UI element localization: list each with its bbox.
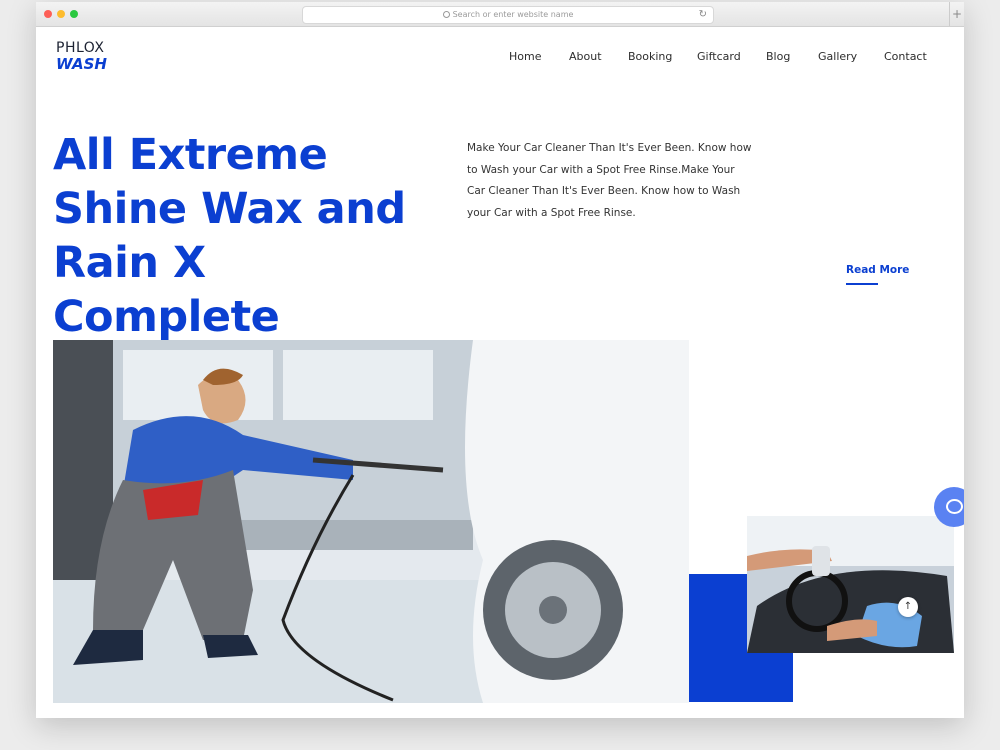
arrow-up-icon[interactable]: ↑	[898, 597, 918, 617]
new-tab-button[interactable]: +	[949, 2, 964, 26]
hero-title: All Extreme Shine Wax and Rain X Complet…	[53, 128, 433, 344]
nav-blog[interactable]: Blog	[766, 50, 790, 63]
address-bar-placeholder: Search or enter website name	[452, 10, 574, 19]
hero-title-line: Shine Wax and	[53, 184, 406, 234]
minimize-window-button[interactable]	[57, 10, 65, 18]
reload-icon[interactable]: ↻	[699, 7, 707, 23]
maximize-window-button[interactable]	[70, 10, 78, 18]
hero-title-line: All Extreme	[53, 130, 328, 180]
browser-window: Search or enter website name ↻ + PHLOX W…	[36, 2, 964, 718]
search-icon	[442, 11, 450, 18]
nav-gallery[interactable]: Gallery	[818, 50, 857, 63]
read-more-link[interactable]: Read More	[846, 264, 909, 276]
logo-top-text: PHLOX	[56, 40, 105, 56]
nav-home[interactable]: Home	[509, 50, 541, 63]
nav-booking[interactable]: Booking	[628, 50, 672, 63]
hero-description: Make Your Car Cleaner Than It's Ever Bee…	[467, 142, 752, 219]
nav-contact[interactable]: Contact	[884, 50, 927, 63]
hero-title-line: Rain X Complete	[53, 238, 280, 342]
nav-about[interactable]: About	[569, 50, 602, 63]
address-bar[interactable]: Search or enter website name ↻	[302, 6, 714, 24]
nav-giftcard[interactable]: Giftcard	[697, 50, 741, 63]
car-interior-cleaning-photo	[747, 516, 954, 653]
logo-bottom-text: WASH	[56, 55, 107, 73]
site-logo[interactable]: PHLOX WASH	[56, 40, 107, 73]
browser-chrome: Search or enter website name ↻ +	[36, 2, 964, 27]
car-wash-hero-photo	[53, 340, 689, 703]
close-window-button[interactable]	[44, 10, 52, 18]
read-more-underline	[846, 283, 878, 285]
